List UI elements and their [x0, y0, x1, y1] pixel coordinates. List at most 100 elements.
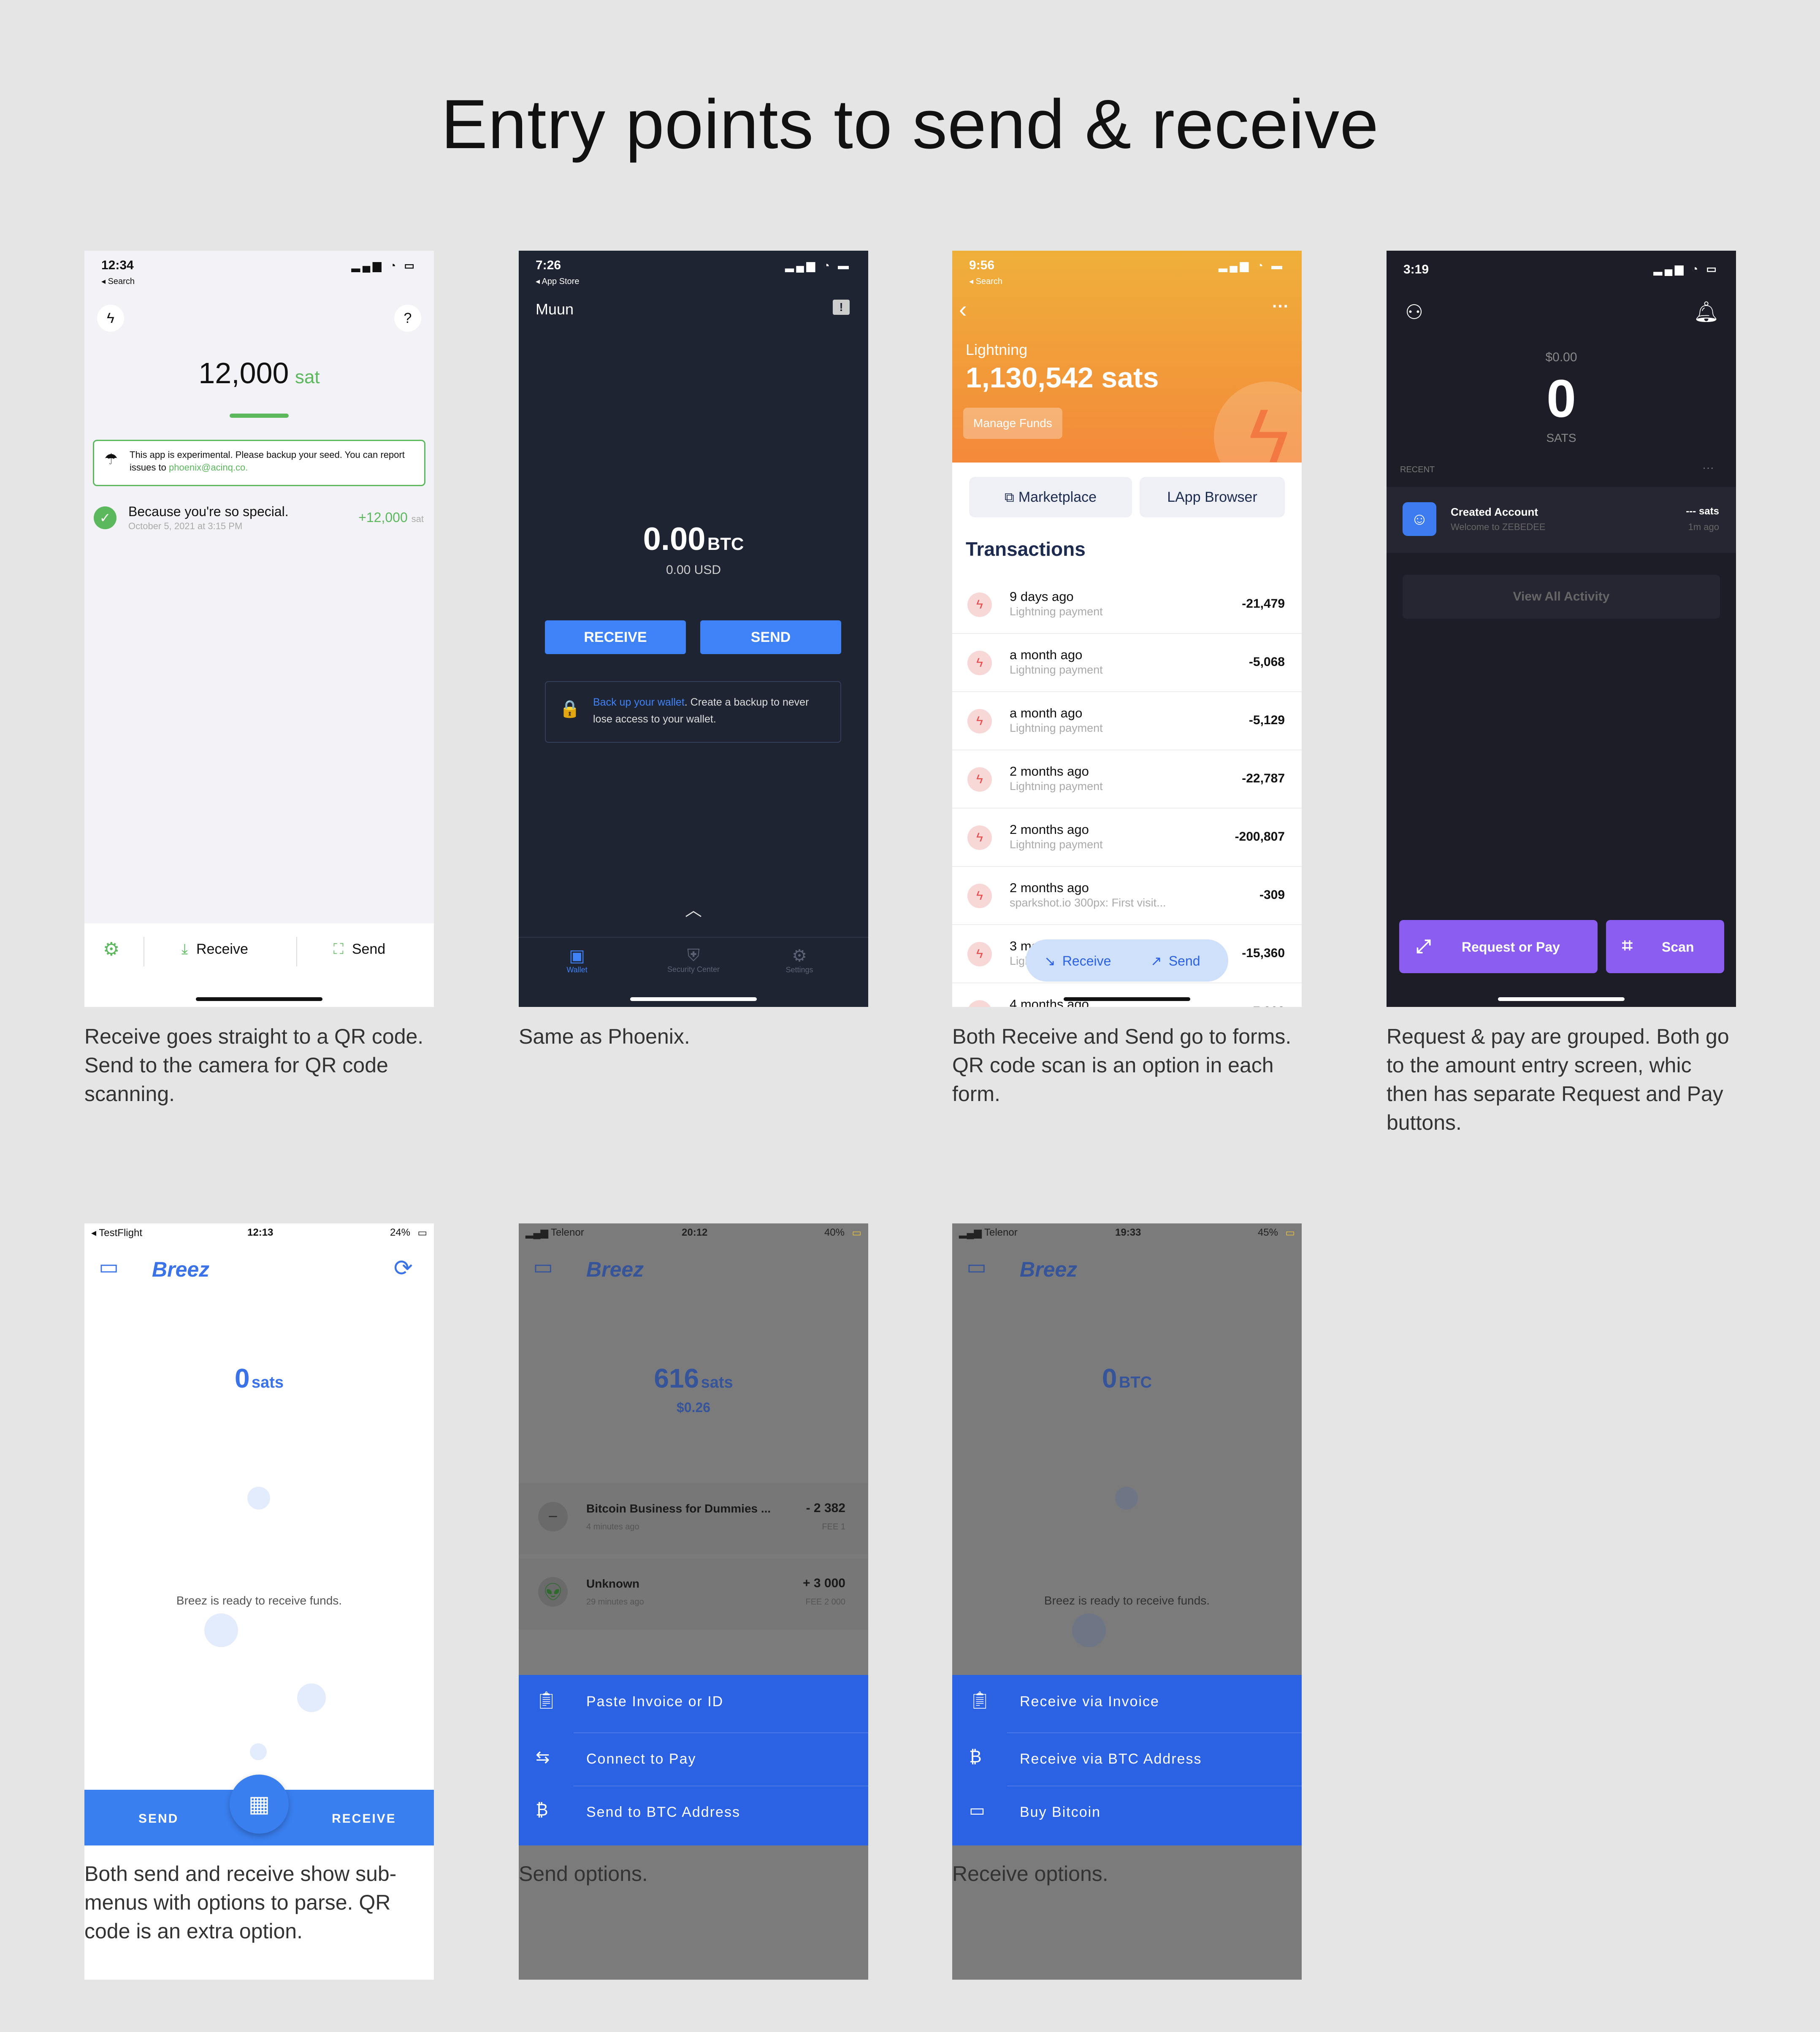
- transaction-row[interactable]: ϟ 2 months ago Lightning payment -200,807: [952, 809, 1302, 867]
- transaction-row[interactable]: ϟ a month ago Lightning payment -5,129: [952, 692, 1302, 750]
- status-testflight-link[interactable]: ◂ TestFlight: [91, 1227, 142, 1239]
- lightning-icon: ϟ: [967, 593, 992, 617]
- tab-security-label: Security Center: [667, 965, 720, 974]
- caption-zap: Both Receive and Send go to forms. QR co…: [952, 1025, 1292, 1106]
- transaction-when: 9 days ago: [1010, 589, 1074, 604]
- decorative-bubble: [297, 1683, 326, 1712]
- buy-bitcoin-option[interactable]: ▭ Buy Bitcoin: [952, 1786, 1302, 1838]
- receive-via-invoice-option[interactable]: 📋︎ Receive via Invoice: [952, 1675, 1302, 1727]
- lapp-browser-button[interactable]: LApp Browser: [1140, 477, 1285, 517]
- status-bar: 9:56 ◂ Search ▂▄▆ ◔ ▬: [969, 258, 1285, 287]
- settings-gear-icon[interactable]: ⚙: [103, 939, 119, 960]
- receive-fab-button[interactable]: ↘ Receive: [1044, 953, 1111, 969]
- lightning-icon: ϟ: [967, 884, 992, 908]
- receive-button[interactable]: RECEIVE: [545, 620, 686, 654]
- transaction-title: Because you're so special.: [128, 504, 289, 519]
- activity-item[interactable]: ☺ Created Account Welcome to ZEBEDEE ---…: [1387, 487, 1736, 553]
- transaction-row[interactable]: ϟ 9 days ago Lightning payment -21,479: [952, 576, 1302, 634]
- credit-card-icon: ▭: [969, 1801, 986, 1820]
- wallet-icon[interactable]: ▭: [533, 1255, 553, 1279]
- connect-to-pay-option[interactable]: ⇆ Connect to Pay: [519, 1732, 868, 1785]
- fiat-balance: $0.26: [676, 1400, 711, 1415]
- paste-invoice-option[interactable]: 📋︎ Paste Invoice or ID: [519, 1675, 868, 1727]
- transaction-description: sparkshot.io 300px: First visit...: [1010, 896, 1166, 909]
- refresh-icon[interactable]: ⟳: [394, 1255, 413, 1281]
- activity-subtitle: Welcome to ZEBEDEE: [1451, 522, 1546, 532]
- transaction-amount: + 3 000: [803, 1576, 845, 1590]
- transaction-date: October 5, 2021 at 3:15 PM: [128, 521, 243, 531]
- balance-unit: sats: [701, 1374, 733, 1391]
- wallet-icon[interactable]: ▭: [967, 1255, 986, 1279]
- lightning-icon[interactable]: ϟ: [97, 305, 124, 332]
- manage-funds-button[interactable]: Manage Funds: [963, 408, 1062, 439]
- transaction-row[interactable]: 👽︎ Unknown 29 minutes ago + 3 000 FEE 2 …: [519, 1558, 868, 1629]
- send-to-btc-address-option[interactable]: ₿ Send to BTC Address: [519, 1786, 868, 1838]
- recent-more-icon[interactable]: ···: [1702, 461, 1714, 474]
- transaction-row[interactable]: ϟ 2 months ago sparkshot.io 300px: First v…: [952, 867, 1302, 925]
- balance-display: 616 sats: [519, 1363, 868, 1394]
- send-fab-button[interactable]: ↗ Send: [1151, 953, 1200, 969]
- signal-wifi-battery-icon: ▂▄▆ ◔ ▬: [1219, 259, 1285, 272]
- wallet-icon: ▣: [569, 947, 585, 965]
- status-bar: Telenor ▂▄▆ 20:12 40% ▭: [525, 1227, 861, 1252]
- tab-settings[interactable]: ⚙ Settings: [768, 946, 831, 974]
- transaction-when: 2 months ago: [1010, 880, 1089, 895]
- transaction-row[interactable]: ϟ4 months ago-7,308: [952, 983, 1302, 1007]
- zap-screen: 9:56 ◂ Search ▂▄▆ ◔ ▬ ‹ ··· Lightning 1,…: [952, 251, 1302, 1007]
- chevron-up-icon[interactable]: ︿: [685, 896, 702, 921]
- transaction-fee: FEE 1: [822, 1522, 845, 1531]
- back-chevron-icon[interactable]: ‹: [959, 295, 967, 323]
- help-button[interactable]: ?: [394, 305, 421, 332]
- backup-link[interactable]: Back up your wallet: [593, 696, 685, 708]
- shield-icon: ⛨: [687, 946, 700, 965]
- back-to-appstore-link[interactable]: ◂ App Store: [536, 276, 579, 287]
- qr-code-icon: ▦: [248, 1791, 270, 1817]
- transaction-item[interactable]: ✓ Because you're so special. October 5, …: [84, 504, 434, 542]
- status-time: 9:56: [969, 258, 995, 272]
- backup-card[interactable]: 🔒 Back up your wallet. Create a backup t…: [545, 681, 841, 743]
- request-or-pay-button[interactable]: ⤢ Request or Pay: [1399, 920, 1598, 973]
- transaction-amount: -309: [1259, 888, 1285, 902]
- alien-avatar-icon: 👽︎: [538, 1577, 568, 1607]
- clipboard-icon: 📋︎: [536, 1691, 558, 1710]
- scan-button[interactable]: ⌗ Scan: [1606, 920, 1724, 973]
- bell-icon[interactable]: 🔔︎: [1693, 300, 1719, 324]
- zap-header: 9:56 ◂ Search ▂▄▆ ◔ ▬ ‹ ··· Lightning 1,…: [952, 251, 1302, 491]
- send-button[interactable]: ⛶ Send: [333, 941, 385, 958]
- transaction-amount-unit: sat: [411, 514, 424, 524]
- transaction-when: 2 months ago: [1010, 764, 1089, 779]
- transaction-row[interactable]: ϟ a month ago Lightning payment -5,068: [952, 634, 1302, 692]
- feedback-icon[interactable]: !: [833, 300, 850, 315]
- tab-settings-label: Settings: [785, 966, 813, 974]
- receive-button[interactable]: RECEIVE: [332, 1812, 396, 1826]
- transaction-row[interactable]: ϟ 2 months ago Lightning payment -22,787: [952, 750, 1302, 809]
- tab-security-center[interactable]: ⛨ Security Center: [651, 946, 736, 974]
- back-to-search-link[interactable]: ◂ Search: [969, 276, 1002, 287]
- transaction-amount: +12,000 sat: [358, 510, 424, 525]
- bitcoin-icon: ₿: [969, 1748, 983, 1766]
- signal-wifi-battery-icon: ▂▄▆ ◔ ▭: [351, 259, 417, 272]
- more-icon[interactable]: ···: [1272, 297, 1289, 316]
- tab-wallet[interactable]: ▣ Wallet: [556, 946, 598, 974]
- marketplace-button[interactable]: ⧉ Marketplace: [969, 477, 1132, 517]
- view-all-activity-button[interactable]: View All Activity: [1403, 575, 1720, 619]
- send-button[interactable]: SEND: [138, 1812, 179, 1826]
- wallet-icon[interactable]: ▭: [99, 1255, 119, 1279]
- qr-scan-button[interactable]: ▦: [230, 1775, 289, 1834]
- transaction-row[interactable]: − Bitcoin Business for Dummies ... 4 min…: [519, 1483, 868, 1554]
- receive-via-btc-address-option[interactable]: ₿ Receive via BTC Address: [952, 1732, 1302, 1785]
- receive-button[interactable]: ⤓ Receive: [181, 941, 248, 958]
- menu-item-label: Send to BTC Address: [586, 1804, 740, 1820]
- umbrella-icon: ☂: [104, 450, 118, 468]
- back-to-search-link[interactable]: ◂ Search: [101, 276, 135, 287]
- home-indicator: [1498, 997, 1625, 1001]
- status-bar: 7:26 ◂ App Store ▂▄▆ ◔ ▬: [536, 258, 851, 287]
- divider: [296, 937, 297, 966]
- battery-icon: ▭: [417, 1227, 427, 1239]
- transactions-title: Transactions: [966, 538, 1086, 560]
- profile-icon[interactable]: ⚇: [1405, 300, 1423, 324]
- send-button[interactable]: SEND: [700, 620, 841, 654]
- notice-email-link[interactable]: phoenix@acinq.co.: [169, 462, 248, 473]
- transaction-when: a month ago: [1010, 647, 1083, 662]
- transaction-amount: - 2 382: [806, 1501, 845, 1515]
